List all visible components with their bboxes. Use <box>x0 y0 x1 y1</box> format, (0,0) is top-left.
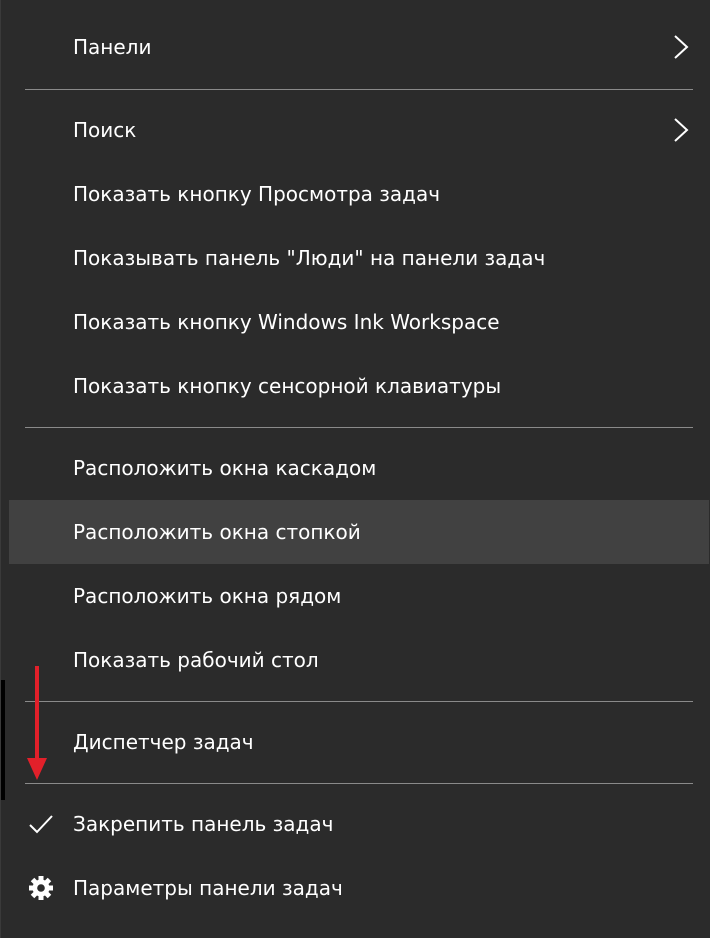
menu-item-search[interactable]: Поиск <box>1 98 710 162</box>
menu-item-label: Расположить окна стопкой <box>73 520 361 544</box>
menu-item-taskbar-settings[interactable]: Параметры панели задач <box>1 856 710 920</box>
menu-item-label: Расположить окна рядом <box>73 584 342 608</box>
menu-item-label: Расположить окна каскадом <box>73 456 377 480</box>
menu-separator <box>25 783 693 784</box>
menu-item-label: Диспетчер задач <box>73 730 254 754</box>
taskbar-context-menu: Панели Поиск Показать кнопку Просмотра з… <box>0 0 710 938</box>
left-edge-shadow <box>1 680 5 800</box>
menu-item-show-touch-keyboard[interactable]: Показать кнопку сенсорной клавиатуры <box>1 354 710 418</box>
checkmark-icon <box>29 815 53 834</box>
menu-item-stack-windows[interactable]: Расположить окна стопкой <box>9 500 709 564</box>
menu-item-side-by-side-windows[interactable]: Расположить окна рядом <box>1 564 710 628</box>
menu-item-label: Показать кнопку Просмотра задач <box>73 182 441 206</box>
menu-separator <box>25 89 693 90</box>
menu-item-show-desktop[interactable]: Показать рабочий стол <box>1 628 710 692</box>
menu-separator <box>25 427 693 428</box>
menu-item-label: Закрепить панель задач <box>73 812 334 836</box>
menu-item-label: Показать рабочий стол <box>73 648 319 672</box>
menu-separator <box>25 701 693 702</box>
red-arrow-down-icon <box>27 666 47 780</box>
gear-icon <box>29 876 53 900</box>
menu-item-label: Параметры панели задач <box>73 876 343 900</box>
menu-item-cascade-windows[interactable]: Расположить окна каскадом <box>1 436 710 500</box>
menu-item-label: Показать кнопку Windows Ink Workspace <box>73 310 500 334</box>
menu-item-show-task-view-button[interactable]: Показать кнопку Просмотра задач <box>1 162 710 226</box>
menu-item-task-manager[interactable]: Диспетчер задач <box>1 710 710 774</box>
menu-item-toolbars[interactable]: Панели <box>1 15 710 79</box>
chevron-right-icon <box>674 35 689 59</box>
menu-item-show-people[interactable]: Показывать панель "Люди" на панели задач <box>1 226 710 290</box>
chevron-right-icon <box>674 118 689 142</box>
menu-item-show-ink-workspace[interactable]: Показать кнопку Windows Ink Workspace <box>1 290 710 354</box>
menu-item-lock-taskbar[interactable]: Закрепить панель задач <box>1 792 710 856</box>
menu-item-label: Поиск <box>73 118 137 142</box>
menu-item-label: Показать кнопку сенсорной клавиатуры <box>73 374 502 398</box>
menu-item-label: Панели <box>73 35 152 59</box>
menu-item-label: Показывать панель "Люди" на панели задач <box>73 246 546 270</box>
